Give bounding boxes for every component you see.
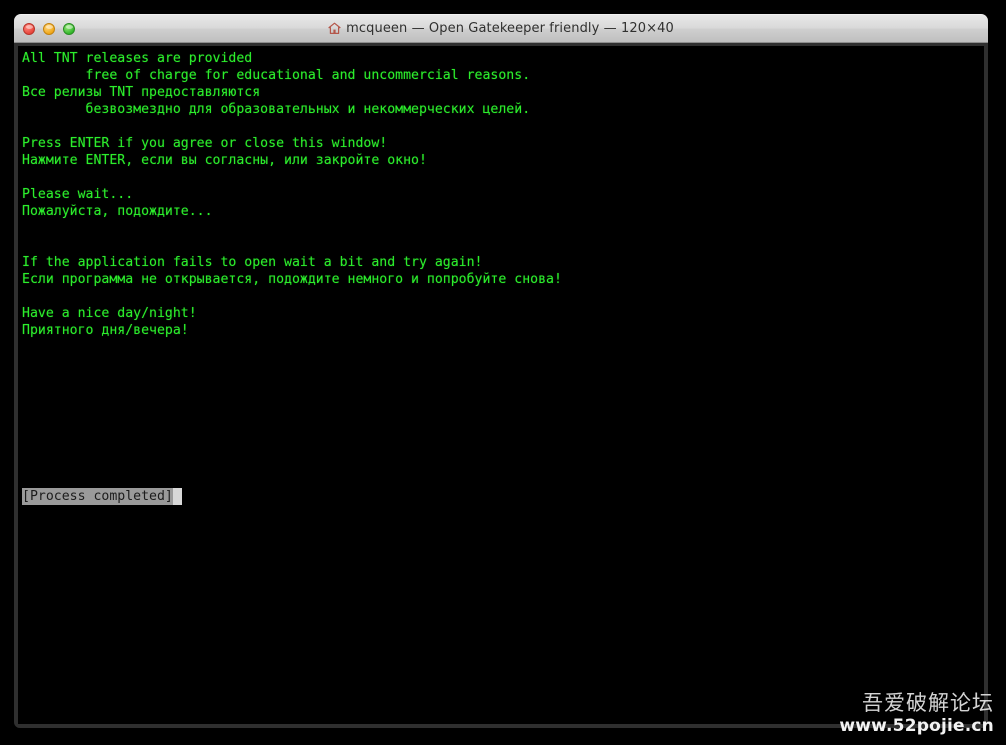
terminal-output-text: All TNT releases are provided free of ch… [22,50,984,339]
desktop-background: mcqueen — Open Gatekeeper friendly — 120… [0,0,1006,745]
window-title-container: mcqueen — Open Gatekeeper friendly — 120… [14,15,988,42]
home-icon [328,22,341,35]
terminal-window[interactable]: mcqueen — Open Gatekeeper friendly — 120… [14,14,988,728]
terminal-screen[interactable]: All TNT releases are provided free of ch… [18,46,984,724]
process-status-line: [Process completed] [22,488,182,505]
process-completed-label: [Process completed] [22,488,173,505]
terminal-body[interactable]: All TNT releases are provided free of ch… [14,43,988,728]
terminal-cursor [173,488,182,505]
window-title-bar[interactable]: mcqueen — Open Gatekeeper friendly — 120… [14,14,988,43]
window-title-text: mcqueen — Open Gatekeeper friendly — 120… [346,21,674,36]
